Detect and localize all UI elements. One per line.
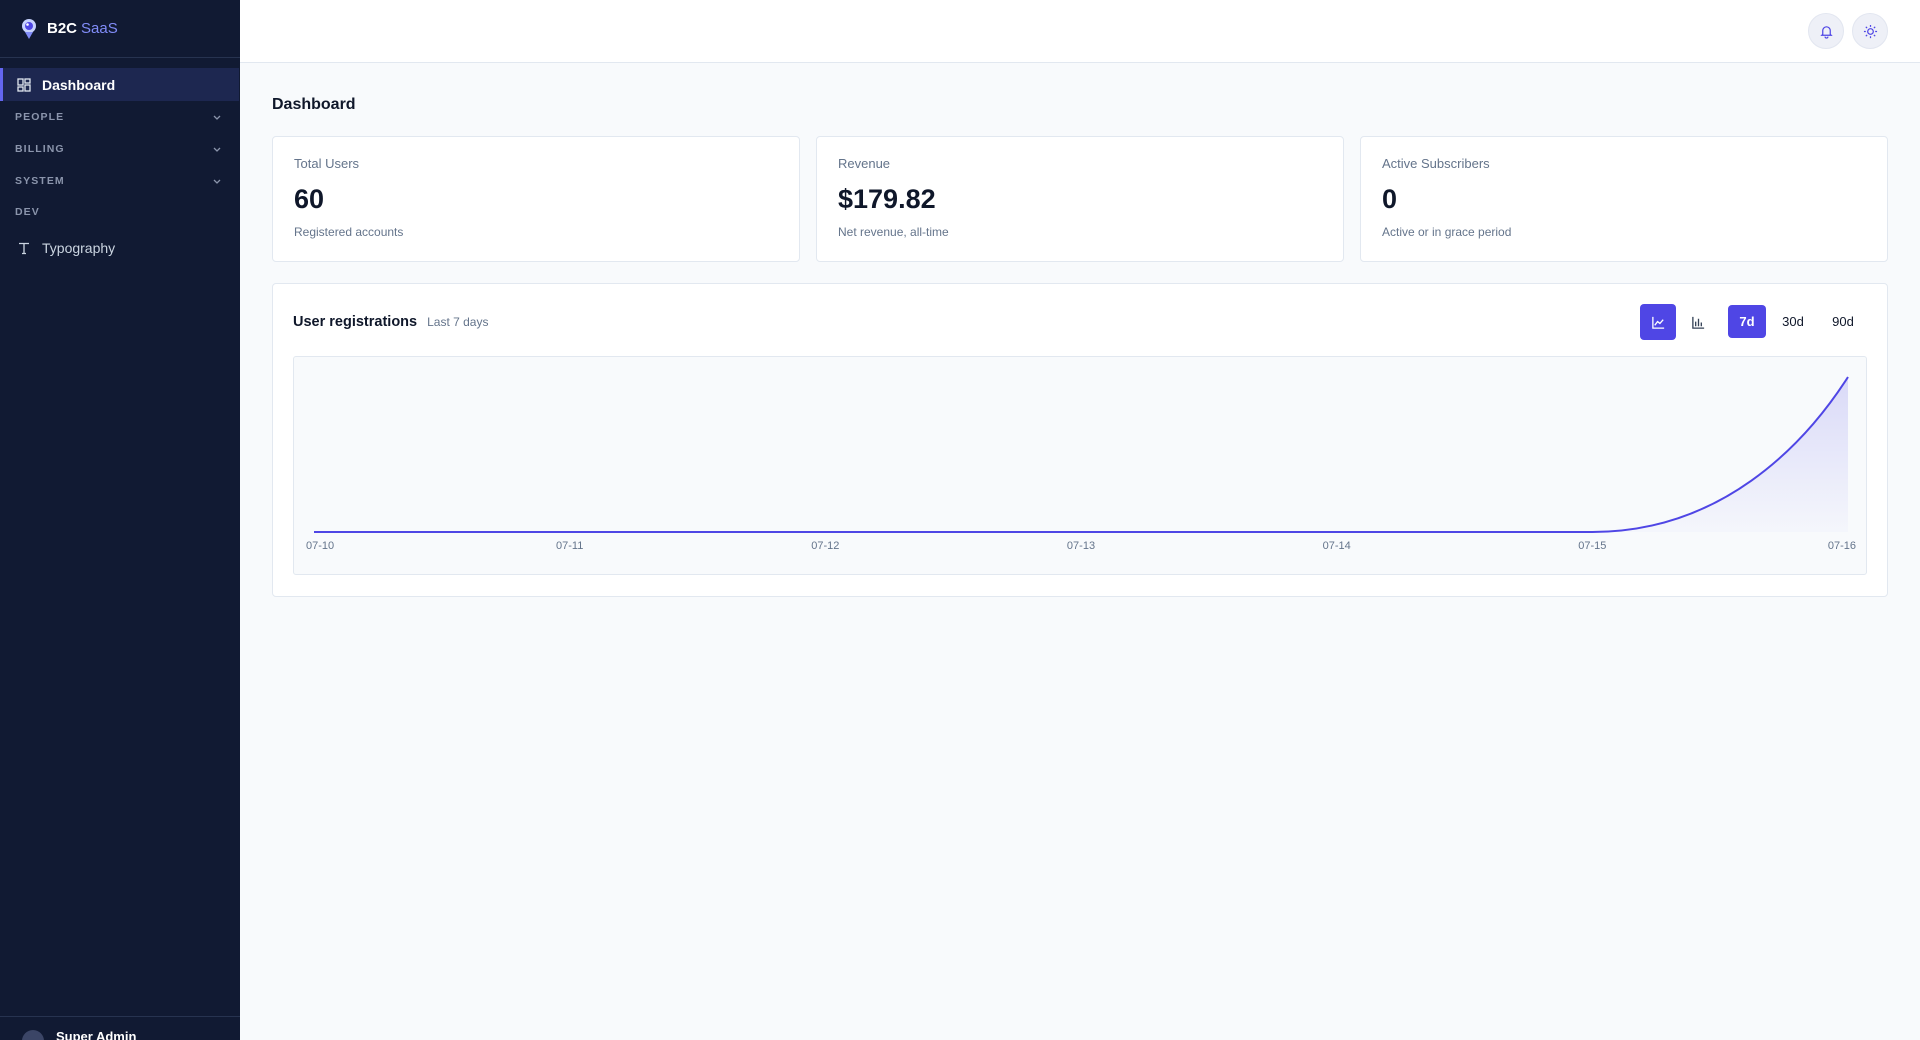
stat-card-total-users: Total Users 60 Registered accounts <box>272 136 800 262</box>
brand-logo-icon <box>22 18 36 39</box>
section-label: PEOPLE <box>15 111 65 123</box>
chevron-down-icon <box>213 179 221 184</box>
stat-subtext: Net revenue, all-time <box>838 225 949 239</box>
stat-label: Revenue <box>838 156 891 171</box>
stat-label: Total Users <box>294 156 360 171</box>
avatar <box>22 1030 44 1040</box>
x-tick-label: 07-10 <box>306 540 334 552</box>
sidebar-section-billing[interactable]: BILLING <box>0 133 240 165</box>
theme-toggle-button[interactable] <box>1852 13 1888 49</box>
chevron-down-icon <box>213 115 221 120</box>
stat-subtext: Active or in grace period <box>1382 225 1512 239</box>
stat-card-revenue: Revenue $179.82 Net revenue, all-time <box>816 136 1344 262</box>
chart-subtitle: Last 7 days <box>427 315 489 329</box>
area-chart-icon <box>1651 316 1664 329</box>
sidebar: B2CSaaS Dashboard PEOPLE BILLING SYSTEM <box>0 0 240 1040</box>
sidebar-item-typography[interactable]: Typography <box>0 231 239 264</box>
stat-label: Active Subscribers <box>1382 156 1490 171</box>
series-area-fill <box>314 377 1848 532</box>
x-tick-label: 07-13 <box>1067 540 1095 552</box>
section-label: BILLING <box>15 143 65 155</box>
x-tick-label: 07-15 <box>1578 540 1606 552</box>
stat-value: $179.82 <box>838 184 936 214</box>
section-label: DEV <box>15 206 40 218</box>
x-tick-label: 07-14 <box>1323 540 1351 552</box>
chart-title: User registrations <box>293 314 418 330</box>
bell-icon <box>1819 25 1833 39</box>
bar-chart-icon <box>1691 316 1704 329</box>
sidebar-section-people[interactable]: PEOPLE <box>0 101 240 133</box>
user-name: Super Admin <box>56 1029 137 1040</box>
sidebar-section-dev: DEV <box>0 197 240 227</box>
series-line <box>314 376 1849 533</box>
x-tick-label: 07-12 <box>811 540 839 552</box>
stat-subtext: Registered accounts <box>294 225 404 239</box>
section-label: SYSTEM <box>15 175 65 187</box>
page-title: Dashboard <box>272 96 356 113</box>
bar-chart-button[interactable] <box>1680 304 1716 340</box>
registrations-chart-card: User registrations Last 7 days 7d 30d 90… <box>272 283 1888 597</box>
typography-icon <box>16 240 32 256</box>
range-7d-button[interactable]: 7d <box>1728 305 1766 338</box>
dashboard-grid-icon <box>16 77 32 93</box>
sidebar-section-system[interactable]: SYSTEM <box>0 165 240 197</box>
chart-header: User registrations Last 7 days <box>293 314 488 330</box>
notifications-button[interactable] <box>1808 13 1844 49</box>
range-90d-button[interactable]: 90d <box>1820 305 1866 338</box>
stat-value: 0 <box>1382 184 1398 214</box>
topbar <box>240 0 1920 63</box>
sidebar-user[interactable]: Super Admin <box>0 1016 240 1040</box>
x-tick-label: 07-11 <box>556 540 583 552</box>
x-tick-label: 07-16 <box>1828 540 1856 552</box>
sidebar-item-label: Dashboard <box>42 76 116 93</box>
chart-plot-area: 07-10 07-11 07-12 07-13 07-14 07-15 07-16 <box>293 356 1867 575</box>
stat-value: 60 <box>294 184 325 214</box>
brand-name: B2C <box>47 19 78 37</box>
registrations-chart: 07-10 07-11 07-12 07-13 07-14 07-15 07-16 <box>306 376 1856 552</box>
sun-icon <box>1863 24 1877 38</box>
area-chart-button[interactable] <box>1640 304 1676 340</box>
range-30d-button[interactable]: 30d <box>1770 305 1816 338</box>
stat-card-active-subscribers: Active Subscribers 0 Active or in grace … <box>1360 136 1888 262</box>
sidebar-item-label: Typography <box>42 239 116 256</box>
sidebar-item-dashboard[interactable]: Dashboard <box>0 68 239 101</box>
brand-accent: SaaS <box>81 19 118 37</box>
sidebar-nav: Dashboard PEOPLE BILLING SYSTEM DEV Typo… <box>0 58 240 264</box>
brand[interactable]: B2C SaaS <box>0 0 240 58</box>
chevron-down-icon <box>213 147 221 152</box>
